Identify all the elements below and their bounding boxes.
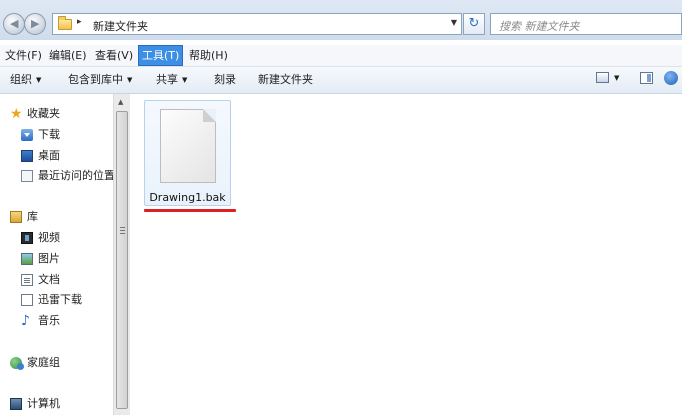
- refresh-icon: ↻: [468, 16, 480, 31]
- back-arrow-icon: ◀: [10, 17, 19, 30]
- nav-videos-label: 视频: [38, 231, 60, 244]
- address-box[interactable]: ▸ 新建文件夹 ▼: [52, 13, 462, 35]
- menu-tools[interactable]: 工具(T): [138, 45, 184, 66]
- video-icon: [21, 232, 33, 244]
- navigation-pane: ★ 收藏夹 下载 桌面 最近访问的位置 库 视频 图片 文档 迅雷下载 ♪ 音乐…: [0, 94, 115, 415]
- address-bar-row: ◀ ▶ ▸ 新建文件夹 ▼ ↻ 搜索 新建文件夹: [0, 0, 682, 40]
- file-list-area[interactable]: Drawing1.bak: [131, 94, 682, 415]
- breadcrumb-separator[interactable]: ▸: [77, 17, 82, 27]
- folder-icon: [58, 16, 72, 30]
- command-toolbar: 组织 ▼ 包含到库中 ▼ 共享 ▼ 刻录 新建文件夹: [0, 67, 682, 94]
- chevron-down-icon: ▼: [36, 76, 42, 84]
- desktop-icon: [21, 150, 33, 162]
- new-folder-button[interactable]: 新建文件夹: [258, 72, 313, 88]
- preview-pane-icon[interactable]: [640, 72, 653, 84]
- music-note-icon: ♪: [21, 313, 30, 329]
- change-view-icon[interactable]: [596, 72, 609, 83]
- computer-icon: [10, 398, 22, 410]
- breadcrumb-current-folder[interactable]: 新建文件夹: [93, 18, 148, 34]
- nav-downloads-label: 下载: [38, 128, 60, 141]
- refresh-button[interactable]: ↻: [463, 13, 485, 35]
- nav-favorites-label: 收藏夹: [27, 107, 60, 120]
- scroll-up-arrow-icon[interactable]: ▲: [118, 98, 123, 106]
- forward-arrow-icon: ▶: [31, 17, 40, 30]
- help-icon[interactable]: [664, 71, 678, 85]
- homegroup-icon: [10, 357, 24, 370]
- menu-view[interactable]: 查看(V): [92, 45, 136, 66]
- red-annotation-underline: [144, 209, 236, 212]
- blank-file-icon: [160, 109, 216, 183]
- include-in-library-label: 包含到库中: [68, 73, 123, 86]
- pictures-icon: [21, 253, 33, 265]
- share-button[interactable]: 共享 ▼: [156, 72, 187, 88]
- nav-desktop-label: 桌面: [38, 149, 60, 162]
- scrollbar-thumb[interactable]: [116, 111, 128, 409]
- back-button[interactable]: ◀: [3, 13, 25, 35]
- recent-places-icon: [21, 170, 33, 182]
- nav-documents-label: 文档: [38, 273, 60, 286]
- nav-music-label: 音乐: [38, 314, 60, 327]
- include-in-library-button[interactable]: 包含到库中 ▼: [68, 72, 132, 88]
- nav-pictures-label: 图片: [38, 252, 60, 265]
- download-icon: [21, 129, 33, 141]
- nav-libraries-label: 库: [27, 210, 38, 223]
- organize-label: 组织: [10, 73, 32, 86]
- search-placeholder: 搜索 新建文件夹: [499, 20, 580, 33]
- chevron-down-icon: ▼: [127, 76, 133, 84]
- menu-edit[interactable]: 编辑(E): [46, 45, 90, 66]
- file-name-label: Drawing1.bak: [149, 191, 226, 204]
- menu-file[interactable]: 文件(F): [2, 45, 45, 66]
- star-icon: ★: [10, 106, 23, 122]
- burn-button[interactable]: 刻录: [214, 72, 236, 88]
- search-input[interactable]: 搜索 新建文件夹: [490, 13, 682, 35]
- nav-computer-label: 计算机: [27, 397, 60, 410]
- chevron-down-icon: ▼: [182, 76, 188, 84]
- scrollbar-grip-icon: [120, 227, 125, 234]
- nav-thunder-label: 迅雷下载: [38, 293, 82, 306]
- nav-homegroup-label: 家庭组: [27, 356, 60, 369]
- organize-button[interactable]: 组织 ▼: [10, 72, 41, 88]
- address-dropdown-icon[interactable]: ▼: [451, 18, 457, 27]
- menu-help[interactable]: 帮助(H): [186, 45, 231, 66]
- share-label: 共享: [156, 73, 178, 86]
- documents-icon: [21, 274, 33, 286]
- forward-button[interactable]: ▶: [24, 13, 46, 35]
- nav-pane-scrollbar[interactable]: ▲: [113, 94, 130, 415]
- menu-bar: 文件(F) 编辑(E) 查看(V) 工具(T) 帮助(H): [0, 45, 682, 67]
- file-item-drawing1-bak[interactable]: Drawing1.bak: [144, 100, 231, 206]
- library-icon: [10, 211, 22, 223]
- view-options-chevron-icon[interactable]: ▼: [614, 74, 619, 82]
- nav-recent-label: 最近访问的位置: [38, 169, 115, 182]
- thunder-download-icon: [21, 294, 33, 306]
